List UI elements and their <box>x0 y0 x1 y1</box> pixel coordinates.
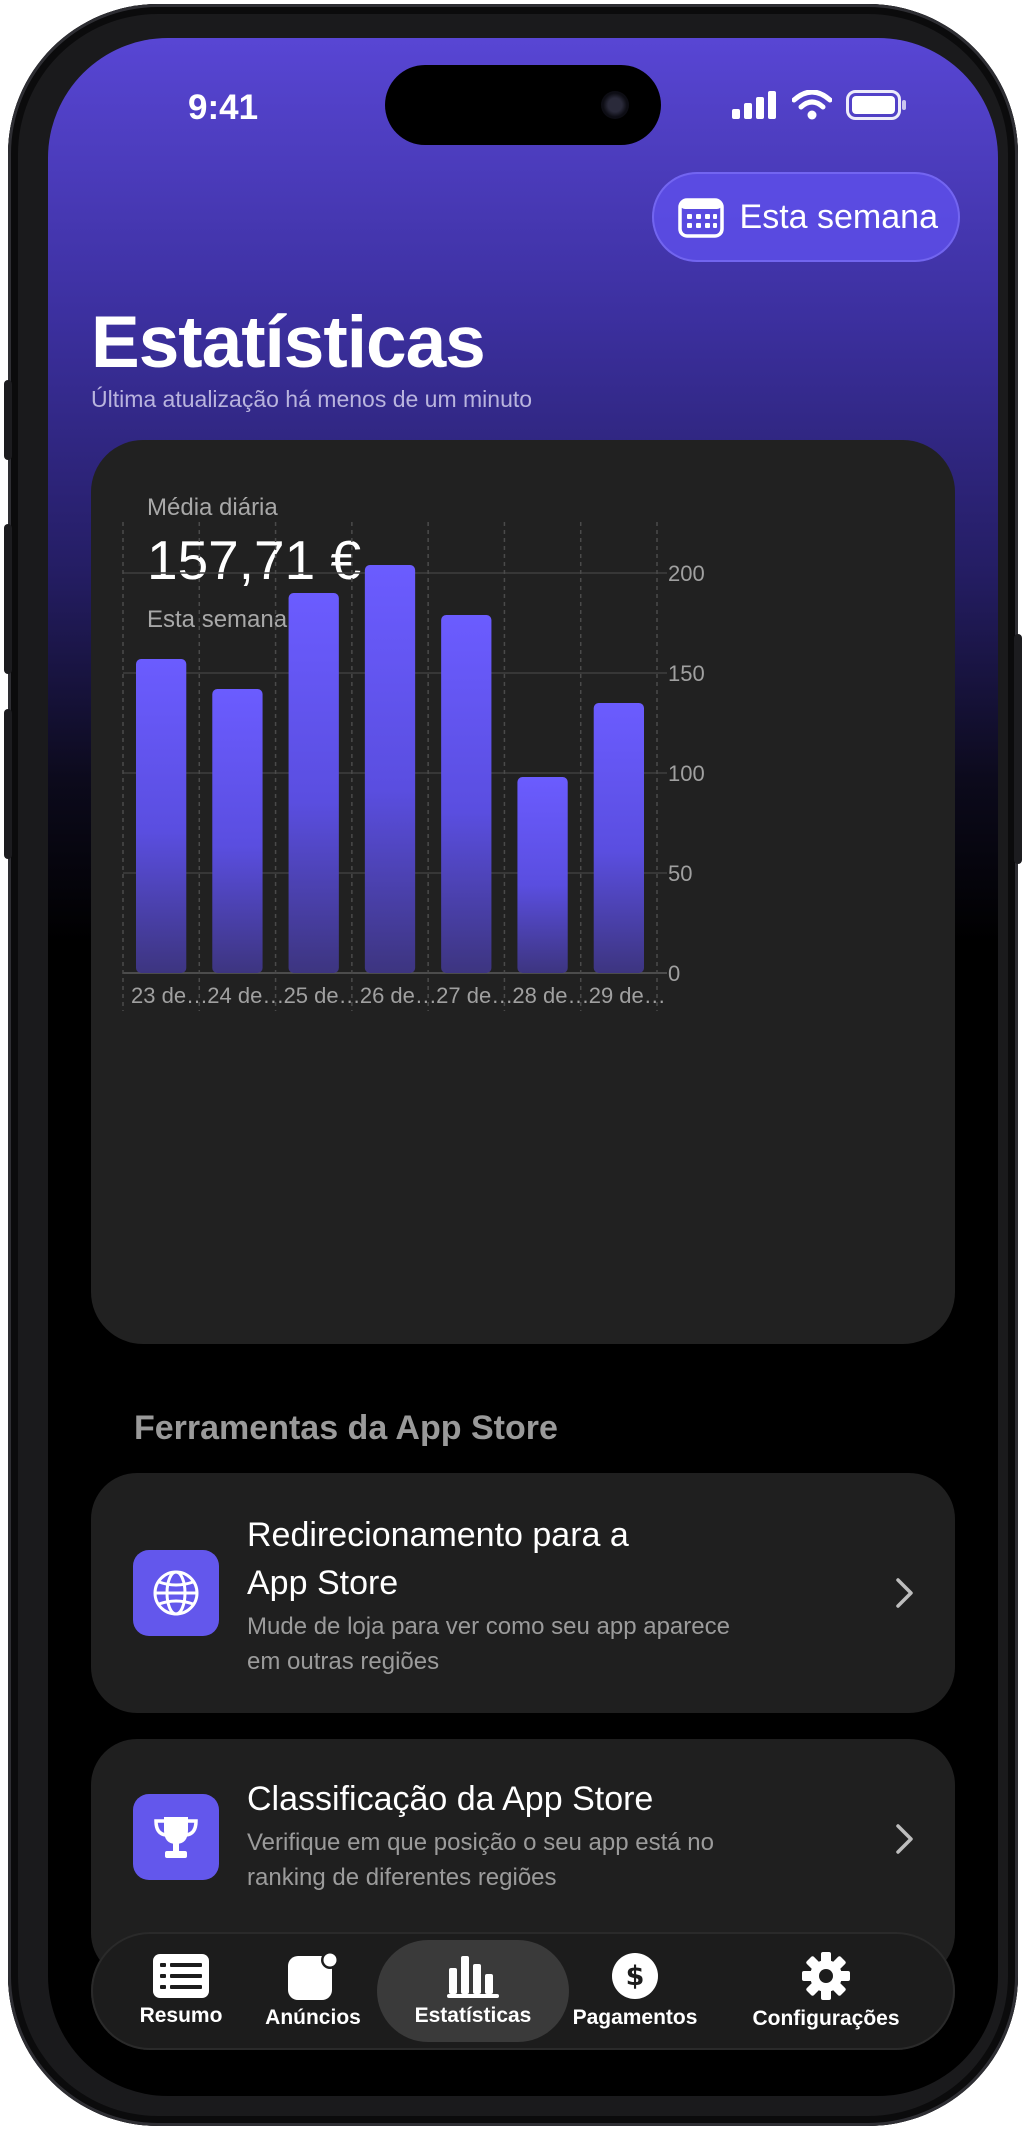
x-tick-label: 24 de… <box>207 983 284 1008</box>
tab-pagamentos[interactable]: $ Pagamentos <box>561 1932 709 2050</box>
period-selector-button[interactable]: Esta semana <box>651 172 960 262</box>
list-icon <box>153 1954 209 1998</box>
bar[interactable] <box>441 615 492 973</box>
status-time: 9:41 <box>188 88 259 127</box>
x-tick-label: 25 de… <box>284 983 361 1008</box>
bar[interactable] <box>136 659 187 973</box>
chevron-right-icon <box>896 1578 913 1608</box>
tab-label: Estatísticas <box>414 2004 532 2027</box>
app-badge-icon <box>288 1952 338 2000</box>
y-tick-label: 50 <box>668 861 692 886</box>
volume-down-button <box>4 709 12 859</box>
app-store-redirect-card[interactable]: Redirecionamento para a App Store Mude d… <box>91 1473 955 1713</box>
page-title: Estatísticas <box>91 302 486 383</box>
x-tick-label: 28 de… <box>512 983 589 1008</box>
phone-frame: 9:41 Esta semana Estatísticas Última atu… <box>4 4 1022 2126</box>
status-icons <box>732 90 908 120</box>
tool-title-line1: Redirecionamento para a <box>247 1516 629 1554</box>
period-selector-label: Esta semana <box>739 197 938 236</box>
tab-resumo[interactable]: Resumo <box>121 1932 241 2050</box>
tab-label: Resumo <box>139 2004 223 2027</box>
bar[interactable] <box>288 593 339 973</box>
tool-desc-line1: Verifique em que posição o seu app está … <box>247 1829 714 1856</box>
tool-desc-line2: ranking de diferentes regiões <box>247 1864 557 1891</box>
power-button <box>1014 634 1022 864</box>
y-tick-label: 0 <box>668 961 680 986</box>
tab-bar: Resumo Anúncios Estatísticas $ Pagamento… <box>91 1932 955 2050</box>
tab-estatisticas[interactable]: Estatísticas <box>377 1932 569 2050</box>
dollar-icon: $ <box>612 1953 658 1999</box>
camera-icon <box>601 91 629 119</box>
tool-desc-line2: em outras regiões <box>247 1648 440 1675</box>
wifi-icon <box>792 90 832 120</box>
tab-anuncios[interactable]: Anúncios <box>253 1932 373 2050</box>
globe-icon <box>133 1550 219 1636</box>
y-tick-label: 100 <box>668 761 705 786</box>
tab-label: Configurações <box>752 2007 900 2030</box>
action-button <box>4 380 12 460</box>
x-tick-label: 26 de… <box>360 983 437 1008</box>
daily-average-card: Média diária 157,71 € Esta semana 0 50 100… <box>91 440 955 1344</box>
screen: 9:41 Esta semana Estatísticas Última atu… <box>48 38 998 2096</box>
bar[interactable] <box>364 565 416 973</box>
tab-label: Anúncios <box>265 2006 361 2029</box>
y-tick-label: 200 <box>668 561 705 586</box>
tool-title-line2: App Store <box>247 1564 399 1602</box>
cellular-signal-icon <box>732 91 776 119</box>
tab-label: Pagamentos <box>572 2006 698 2029</box>
chart-icon <box>447 1956 499 1998</box>
bar-chart: 0 50 100 150 200 23 de… 24 de… 25 de… 26 de… 27 d… <box>122 522 705 1011</box>
gear-icon <box>802 1952 850 2000</box>
chevron-right-icon <box>896 1824 913 1854</box>
svg-text:$: $ <box>626 1961 645 1992</box>
bar[interactable] <box>593 703 644 973</box>
x-tick-label: 27 de… <box>436 983 513 1008</box>
bar[interactable] <box>212 689 263 973</box>
tool-title-line1: Classificação da App Store <box>247 1780 654 1818</box>
last-updated-text: Última atualização há menos de um minuto <box>91 386 533 412</box>
battery-icon <box>846 90 906 120</box>
dynamic-island <box>385 65 661 145</box>
tab-configuracoes[interactable]: Configurações <box>723 1932 929 2050</box>
calendar-icon <box>677 198 724 238</box>
x-tick-label: 23 de… <box>131 983 208 1008</box>
bar[interactable] <box>517 777 568 973</box>
y-tick-label: 150 <box>668 661 705 686</box>
volume-up-button <box>4 524 12 674</box>
tool-desc-line1: Mude de loja para ver como seu app apare… <box>247 1613 730 1640</box>
x-tick-label: 29 de… <box>589 983 666 1008</box>
trophy-icon <box>133 1794 219 1880</box>
section-title: Ferramentas da App Store <box>134 1409 558 1447</box>
